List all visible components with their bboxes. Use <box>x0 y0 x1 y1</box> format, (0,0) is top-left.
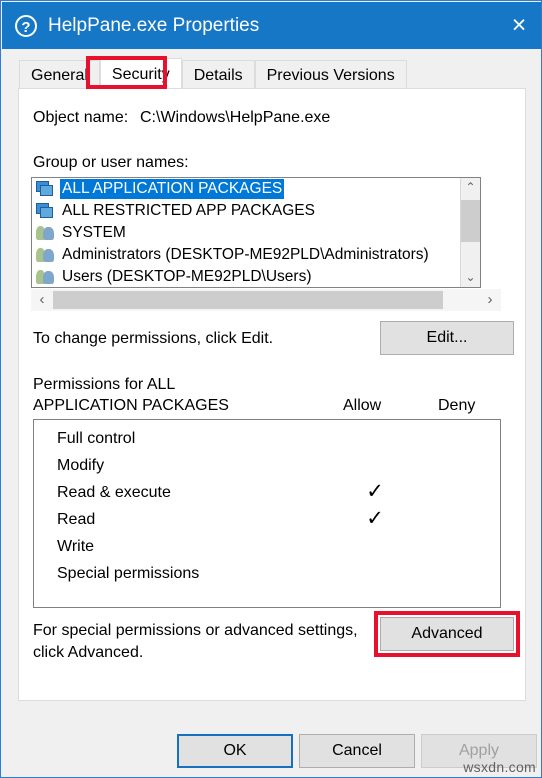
permissions-title-line2: APPLICATION PACKAGES <box>33 397 229 414</box>
dialog-footer: OK Cancel Apply wsxdn.com <box>2 702 541 777</box>
tab-security[interactable]: Security <box>99 58 182 89</box>
horizontal-scrollbar-thumb[interactable] <box>53 291 443 309</box>
advanced-button[interactable]: Advanced <box>380 617 514 651</box>
edit-hint-text: To change permissions, click Edit. <box>33 330 274 347</box>
security-tab-page: Object name: C:\Windows\HelpPane.exe Gro… <box>18 88 526 701</box>
group-user-listbox[interactable]: ALL APPLICATION PACKAGES ALL RESTRICTED … <box>31 177 481 288</box>
permission-row[interactable]: Read & execute ✓ <box>34 479 500 509</box>
list-item-label: ALL APPLICATION PACKAGES <box>58 178 286 200</box>
tab-list: General Security Details Previous Versio… <box>19 58 407 89</box>
users-icon <box>36 269 55 285</box>
object-name-value: C:\Windows\HelpPane.exe <box>140 109 331 126</box>
permission-row[interactable]: Modify <box>34 455 500 482</box>
permission-row[interactable]: Read ✓ <box>34 506 500 536</box>
advanced-hint-line1: For special permissions or advanced sett… <box>33 622 358 639</box>
cancel-button[interactable]: Cancel <box>299 734 415 768</box>
permission-label: Read <box>57 511 96 528</box>
permission-row[interactable]: Write <box>34 536 500 563</box>
permission-row[interactable]: Special permissions <box>34 563 500 590</box>
allow-checkmark-icon: ✓ <box>366 506 384 530</box>
list-item[interactable]: ALL RESTRICTED APP PACKAGES <box>32 200 480 222</box>
permission-label: Full control <box>57 430 136 447</box>
scroll-left-icon[interactable]: ‹ <box>31 289 53 311</box>
title-bar: ? HelpPane.exe Properties × <box>2 2 541 49</box>
list-item-label: SYSTEM <box>62 224 126 241</box>
tab-details[interactable]: Details <box>181 60 255 89</box>
list-item[interactable]: Administrators (DESKTOP-ME92PLD\Administ… <box>32 244 480 266</box>
edit-button[interactable]: Edit... <box>380 321 514 355</box>
ok-button[interactable]: OK <box>177 734 293 768</box>
scroll-up-icon[interactable]: ⌃ <box>461 178 480 197</box>
object-name-label: Object name: <box>33 109 129 126</box>
package-icon <box>36 203 55 219</box>
permission-label: Modify <box>57 457 105 474</box>
watermark: wsxdn.com <box>463 759 536 775</box>
permissions-list[interactable]: Full control Modify Read & execute ✓ Rea… <box>33 419 501 608</box>
permissions-title-line1: Permissions for ALL <box>33 376 176 393</box>
column-header-deny: Deny <box>438 397 476 414</box>
list-item[interactable]: SYSTEM <box>32 222 480 244</box>
vertical-scrollbar[interactable]: ⌃ ⌄ <box>460 178 480 287</box>
list-item-label: Users (DESKTOP-ME92PLD\Users) <box>62 268 312 285</box>
advanced-hint-line2: click Advanced. <box>33 644 144 661</box>
window-title: HelpPane.exe Properties <box>48 14 260 36</box>
permission-label: Write <box>57 538 95 555</box>
package-icon <box>36 181 55 197</box>
users-icon <box>36 247 55 263</box>
users-icon <box>36 225 55 241</box>
permission-label: Special permissions <box>57 565 200 582</box>
list-item[interactable]: Users (DESKTOP-ME92PLD\Users) <box>32 266 480 287</box>
list-item-label: Administrators (DESKTOP-ME92PLD\Administ… <box>62 246 429 263</box>
horizontal-scrollbar[interactable]: ‹ › <box>31 289 501 311</box>
group-or-user-names-label: Group or user names: <box>33 154 189 171</box>
scroll-right-icon[interactable]: › <box>479 289 501 311</box>
allow-checkmark-icon: ✓ <box>366 479 384 503</box>
question-mark-icon: ? <box>15 14 37 37</box>
column-header-allow: Allow <box>343 397 382 414</box>
close-icon[interactable]: × <box>496 2 541 49</box>
list-item[interactable]: ALL APPLICATION PACKAGES <box>32 178 480 200</box>
vertical-scrollbar-thumb[interactable] <box>461 200 480 242</box>
permission-row[interactable]: Full control <box>34 428 500 455</box>
permission-label: Read & execute <box>57 484 171 501</box>
properties-dialog: ? HelpPane.exe Properties × General Secu… <box>0 0 542 778</box>
tab-strip: General Security Details Previous Versio… <box>2 49 541 89</box>
scroll-down-icon[interactable]: ⌄ <box>461 268 480 287</box>
list-item-label: ALL RESTRICTED APP PACKAGES <box>62 202 315 219</box>
tab-general[interactable]: General <box>19 60 100 89</box>
tab-previous-versions[interactable]: Previous Versions <box>254 60 407 89</box>
